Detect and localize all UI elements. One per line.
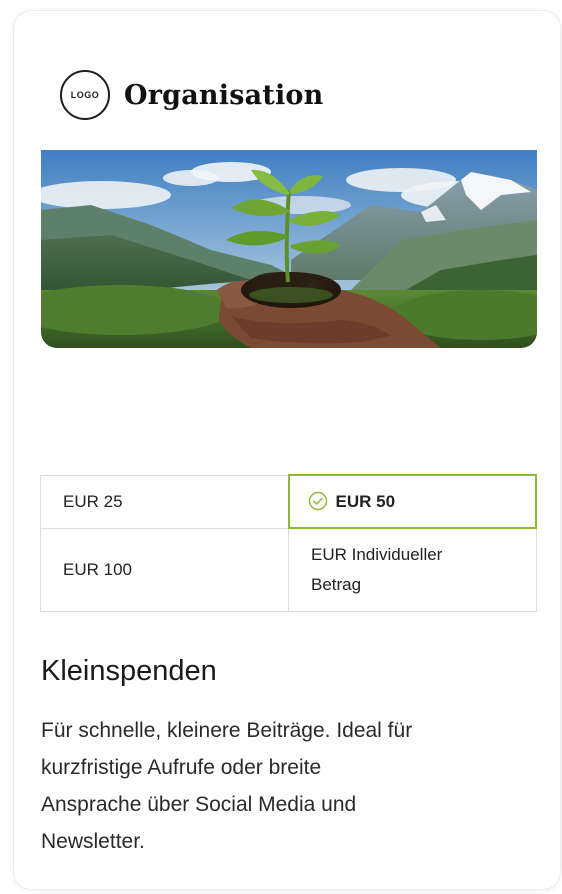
amount-option-50[interactable]: EUR 50 [287,474,537,529]
check-circle-icon [308,491,328,511]
amount-option-100-label: EUR 100 [63,559,132,579]
amount-option-25[interactable]: EUR 25 [40,474,289,529]
section-title: Kleinspenden [41,655,217,687]
section-description: Für schnelle, kleinere Beiträge. Ideal f… [41,712,531,860]
description-line: Für schnelle, kleinere Beiträge. Ideal f… [41,719,413,742]
description-line: Newsletter. [41,830,145,853]
hero-image [41,150,537,348]
amount-option-custom-label-line1: EUR Individueller [311,544,443,564]
amount-option-custom-label-line2: Betrag [311,574,362,594]
logo-icon: LOGO [60,70,110,120]
description-line: kurzfristige Aufrufe oder breite [41,756,322,779]
amount-options: EUR 25 EUR 50 EUR 100 EUR Individueller … [40,474,537,612]
amount-option-25-label: EUR 25 [63,491,123,511]
amount-option-100[interactable]: EUR 100 [40,527,289,612]
org-name: Organisation [124,79,324,111]
description-line: Ansprache über Social Media und [41,793,357,816]
amount-option-50-label: EUR 50 [335,492,396,511]
org-header: LOGO Organisation [60,70,323,120]
amount-option-custom[interactable]: EUR Individueller Betrag [288,527,537,612]
